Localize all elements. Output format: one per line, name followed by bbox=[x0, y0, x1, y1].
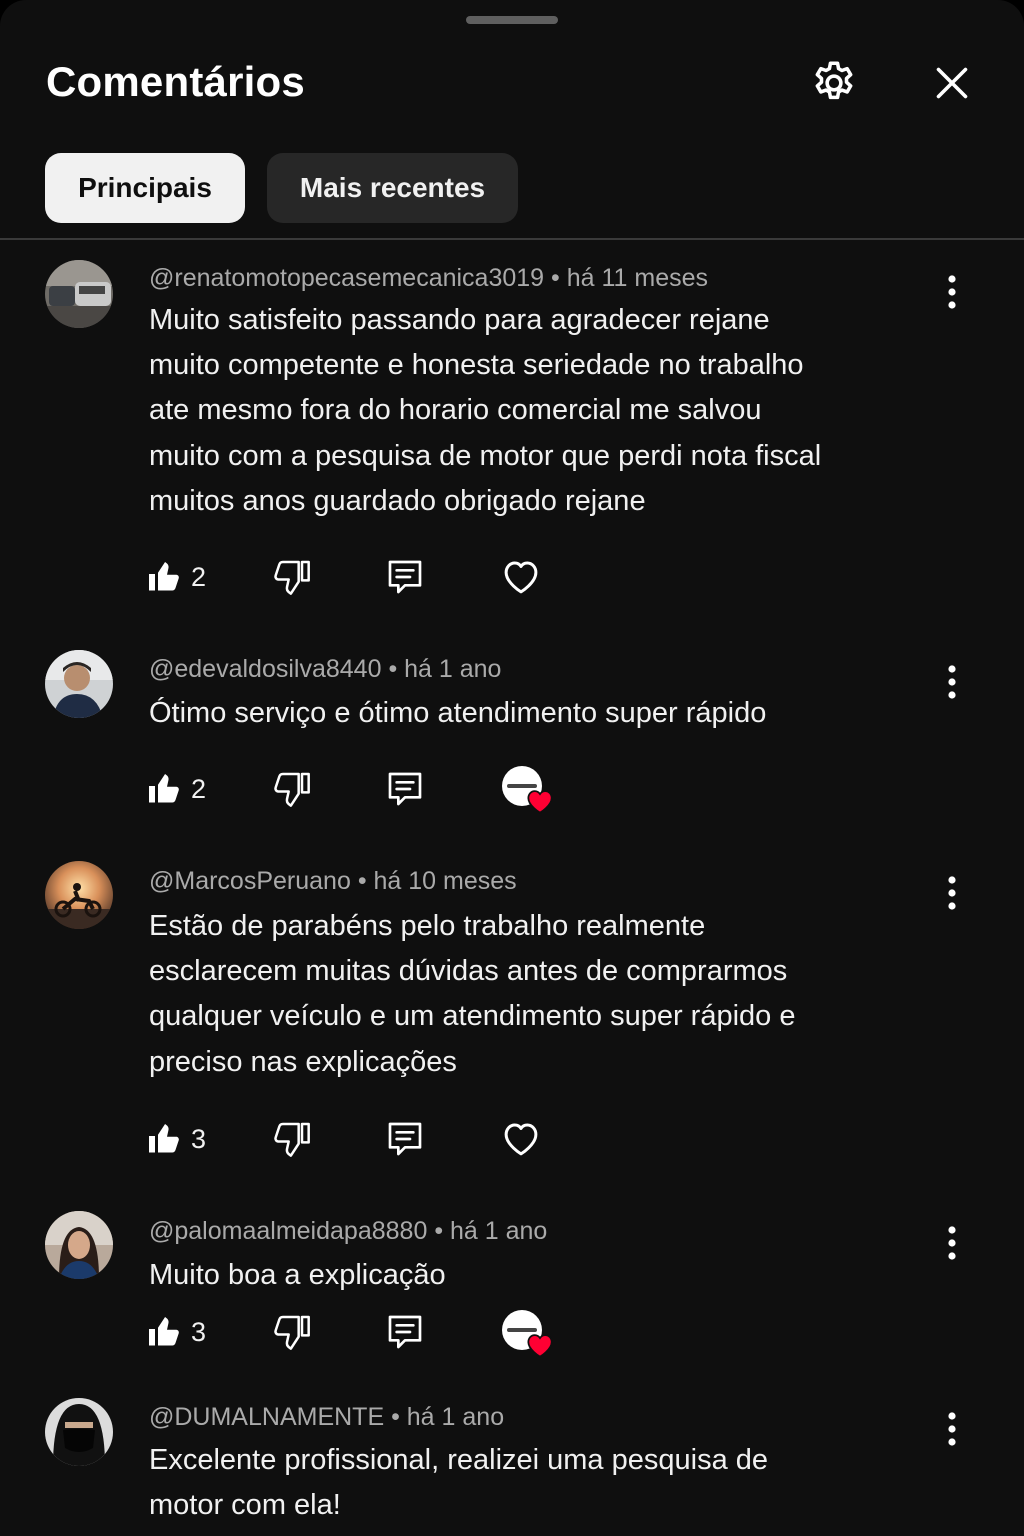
more-vertical-icon bbox=[948, 1412, 956, 1446]
thumbs-up-icon bbox=[149, 1124, 179, 1153]
comment-icon bbox=[388, 1122, 422, 1156]
thumbs-up-icon bbox=[149, 774, 179, 803]
comment-meta: @edevaldosilva8440 • há 1 ano bbox=[149, 655, 501, 684]
meta-separator: • bbox=[551, 264, 567, 292]
avatar[interactable] bbox=[45, 1211, 113, 1279]
comment-actions: 2 bbox=[0, 552, 700, 602]
thumbs-up-icon bbox=[149, 1317, 179, 1346]
more-vertical-icon bbox=[948, 665, 956, 699]
comment-author[interactable]: @palomaalmeidapa8880 bbox=[149, 1217, 427, 1245]
tab-mais-recentes[interactable]: Mais recentes bbox=[267, 153, 518, 223]
comment-icon bbox=[388, 1315, 422, 1349]
reply-button[interactable] bbox=[385, 1307, 425, 1357]
comments-sheet: Comentários Principais Mais recentes @re… bbox=[0, 0, 1024, 1536]
reply-button[interactable] bbox=[385, 552, 425, 602]
avatar[interactable] bbox=[45, 260, 113, 328]
heart-button[interactable] bbox=[500, 1114, 542, 1164]
red-heart-icon bbox=[527, 1334, 553, 1358]
thumbs-down-icon bbox=[274, 1122, 310, 1157]
comment-author[interactable]: @renatomotopecasemecanica3019 bbox=[149, 264, 544, 292]
thumbs-down-icon bbox=[274, 1315, 310, 1350]
settings-button[interactable] bbox=[806, 55, 862, 111]
like-count: 3 bbox=[191, 1123, 207, 1154]
reply-button[interactable] bbox=[385, 1114, 425, 1164]
thumbs-up-icon bbox=[149, 562, 179, 591]
more-options-button[interactable] bbox=[932, 867, 972, 919]
thumbs-down-icon bbox=[274, 772, 310, 807]
dislike-button[interactable] bbox=[272, 1114, 312, 1164]
avatar[interactable] bbox=[45, 861, 113, 929]
like-button[interactable]: 2 bbox=[146, 764, 206, 814]
meta-separator: • bbox=[388, 655, 405, 683]
avatar[interactable] bbox=[45, 650, 113, 718]
heart-outline-icon bbox=[504, 1123, 538, 1156]
more-options-button[interactable] bbox=[932, 1217, 972, 1269]
creator-heart-badge[interactable] bbox=[500, 766, 556, 818]
comment-text: Estão de parabéns pelo trabalho realment… bbox=[149, 910, 796, 1078]
comment-meta: @renatomotopecasemecanica3019 • há 11 me… bbox=[149, 264, 708, 293]
meta-separator: • bbox=[357, 867, 374, 895]
page-title: Comentários bbox=[46, 58, 305, 105]
comment-meta: @MarcosPeruano • há 10 meses bbox=[149, 867, 517, 896]
dislike-button[interactable] bbox=[272, 1307, 312, 1357]
like-button[interactable]: 3 bbox=[146, 1114, 206, 1164]
like-count: 2 bbox=[191, 561, 207, 592]
comment-actions: 3 bbox=[0, 1114, 700, 1164]
dislike-button[interactable] bbox=[272, 552, 312, 602]
like-button[interactable]: 2 bbox=[146, 552, 206, 602]
like-button[interactable]: 3 bbox=[146, 1307, 206, 1357]
drag-handle[interactable] bbox=[466, 16, 558, 24]
heart-button[interactable] bbox=[500, 552, 542, 602]
comment-time: há 11 meses bbox=[566, 264, 709, 292]
close-icon bbox=[936, 67, 968, 99]
gear-icon bbox=[815, 61, 853, 100]
comment-text: Muito satisfeito passando para agradecer… bbox=[149, 304, 822, 517]
like-count: 2 bbox=[191, 773, 207, 804]
comment-actions: 3 bbox=[0, 1307, 700, 1358]
comment-icon bbox=[388, 560, 422, 594]
comment-author[interactable]: @edevaldosilva8440 bbox=[149, 655, 381, 683]
comment-text: Muito boa a explicação bbox=[149, 1259, 446, 1291]
dislike-button[interactable] bbox=[272, 764, 312, 814]
comment-actions: 2 bbox=[0, 764, 700, 814]
creator-heart-badge[interactable] bbox=[500, 1310, 556, 1362]
comment-text: Ótimo serviço e ótimo atendimento super … bbox=[149, 697, 767, 729]
tab-principais[interactable]: Principais bbox=[45, 153, 245, 223]
comment-time: há 1 ano bbox=[406, 1403, 505, 1431]
close-button[interactable] bbox=[924, 55, 980, 111]
avatar[interactable] bbox=[45, 1398, 113, 1466]
heart-outline-icon bbox=[504, 561, 538, 594]
comment-time: há 1 ano bbox=[404, 655, 502, 683]
more-options-button[interactable] bbox=[932, 656, 972, 708]
comment-text: Excelente profissional, realizei uma pes… bbox=[149, 1444, 769, 1522]
comment-meta: @palomaalmeidapa8880 • há 1 ano bbox=[149, 1217, 547, 1246]
comment-author[interactable]: @DUMALNAMENTE bbox=[149, 1403, 384, 1431]
comment-author[interactable]: @MarcosPeruano bbox=[149, 867, 351, 895]
more-vertical-icon bbox=[948, 275, 956, 309]
more-options-button[interactable] bbox=[932, 1403, 972, 1455]
header-divider bbox=[0, 238, 1024, 240]
thumbs-down-icon bbox=[274, 560, 310, 595]
more-options-button[interactable] bbox=[932, 266, 972, 318]
more-vertical-icon bbox=[948, 1226, 956, 1260]
comment-time: há 10 meses bbox=[373, 867, 517, 895]
comment-meta: @DUMALNAMENTE • há 1 ano bbox=[149, 1403, 504, 1432]
like-count: 3 bbox=[191, 1316, 207, 1347]
more-vertical-icon bbox=[948, 876, 956, 910]
comment-time: há 1 ano bbox=[450, 1217, 548, 1245]
red-heart-icon bbox=[527, 790, 553, 814]
reply-button[interactable] bbox=[385, 764, 425, 814]
meta-separator: • bbox=[391, 1403, 407, 1431]
comment-icon bbox=[388, 772, 422, 806]
meta-separator: • bbox=[434, 1217, 451, 1245]
